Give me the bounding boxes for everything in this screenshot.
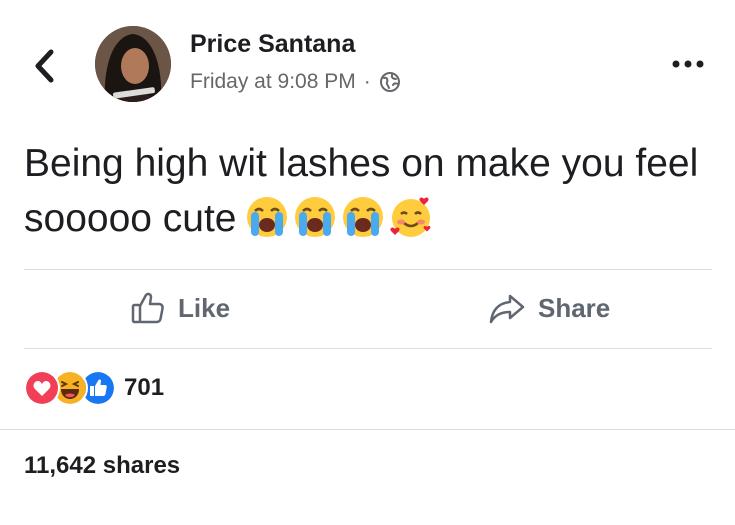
post-emojis (245, 195, 433, 239)
love-reaction-icon (24, 370, 60, 406)
divider (0, 429, 735, 430)
more-options-button[interactable] (668, 52, 708, 76)
back-button[interactable] (32, 46, 58, 86)
globe-icon (379, 72, 400, 92)
reaction-count: 701 (124, 374, 165, 401)
loudly-crying-face-emoji (294, 196, 335, 237)
meta-separator: · (363, 70, 371, 93)
reactions-summary[interactable]: 701 (24, 370, 164, 406)
post-time[interactable]: Friday at 9:08 PM (190, 70, 356, 94)
share-button[interactable]: Share (488, 290, 610, 326)
smiling-face-with-hearts-emoji (389, 197, 430, 237)
thumbs-up-icon (131, 292, 164, 324)
divider (24, 269, 712, 270)
loudly-crying-face-emoji (342, 196, 383, 237)
post-body: Being high wit lashes on make you feel s… (24, 136, 714, 246)
loudly-crying-face-emoji (246, 196, 287, 237)
shares-count[interactable]: 11,642 shares (24, 452, 180, 480)
like-label: Like (178, 292, 231, 323)
profile-photo (95, 26, 171, 102)
chevron-left-icon (35, 49, 54, 83)
avatar[interactable] (95, 26, 171, 102)
author-name[interactable]: Price Santana (190, 30, 355, 59)
share-arrow-icon (489, 294, 525, 324)
like-button[interactable]: Like (130, 290, 230, 326)
share-label: Share (538, 292, 611, 323)
more-dots-icon (672, 60, 704, 68)
divider (24, 348, 712, 349)
post-meta: Friday at 9:08 PM · (190, 70, 401, 94)
